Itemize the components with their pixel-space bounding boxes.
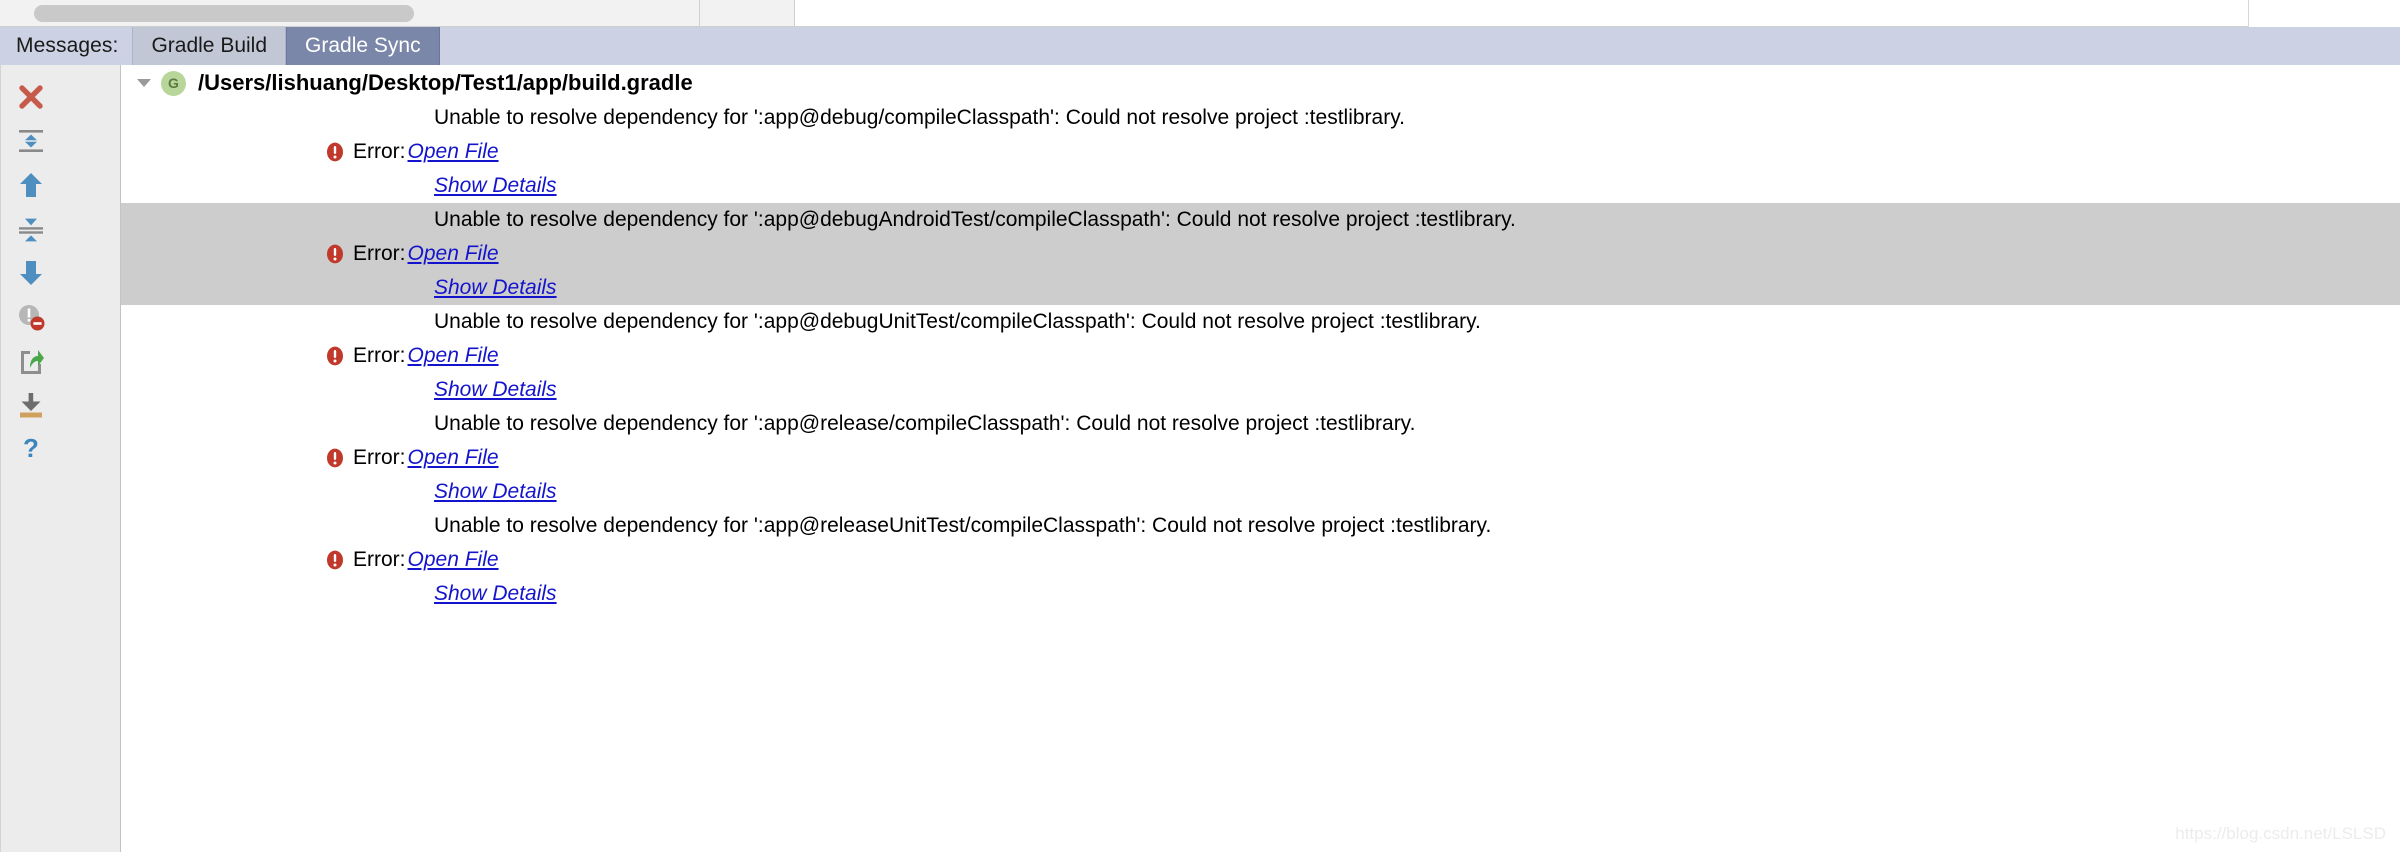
message-text: Unable to resolve dependency for ':app@d…	[434, 310, 1481, 333]
show-details-link[interactable]: Show Details	[434, 276, 557, 299]
messages-tabbar: Messages: Gradle Build Gradle Sync	[0, 27, 2400, 65]
show-details-link[interactable]: Show Details	[434, 174, 557, 197]
show-details-link[interactable]: Show Details	[434, 378, 557, 401]
top-strip-search-panel	[0, 0, 700, 27]
tab-gradle-sync[interactable]: Gradle Sync	[286, 27, 440, 65]
messages-label: Messages:	[16, 34, 119, 57]
collapse-all-button[interactable]	[1, 207, 61, 251]
hide-warnings-button[interactable]	[1, 295, 61, 339]
export-button[interactable]	[1, 339, 61, 383]
messages-tree[interactable]: G /Users/lishuang/Desktop/Test1/app/buil…	[121, 65, 2400, 852]
message-text: Unable to resolve dependency for ':app@r…	[434, 514, 1492, 537]
show-details-row[interactable]: Show Details	[121, 169, 2400, 203]
tab-gradle-build[interactable]: Gradle Build	[132, 27, 287, 65]
error-icon	[324, 345, 346, 367]
expand-all-button[interactable]	[1, 119, 61, 163]
open-file-link[interactable]: Open File	[408, 446, 499, 470]
error-label: Error:	[353, 344, 406, 367]
show-details-link[interactable]: Show Details	[434, 582, 557, 605]
error-row[interactable]: Error: Open File	[121, 543, 2400, 577]
import-button[interactable]	[1, 383, 61, 427]
close-icon	[16, 82, 46, 112]
error-row[interactable]: Error: Open File	[121, 237, 2400, 271]
message-group[interactable]: Unable to resolve dependency for ':app@r…	[121, 509, 2400, 611]
help-icon: ?	[16, 434, 46, 464]
top-strip-blank	[795, 0, 2248, 27]
tree-root-node[interactable]: G /Users/lishuang/Desktop/Test1/app/buil…	[121, 65, 2400, 101]
import-icon	[16, 390, 46, 420]
expand-all-icon	[16, 126, 46, 156]
window-top-strip	[0, 0, 2400, 27]
close-button[interactable]	[1, 75, 61, 119]
svg-text:?: ?	[23, 434, 39, 463]
message-text: Unable to resolve dependency for ':app@d…	[434, 208, 1516, 231]
message-text: Unable to resolve dependency for ':app@r…	[434, 412, 1416, 435]
messages-toolbar: ?	[0, 65, 121, 852]
chevron-down-icon[interactable]	[131, 74, 157, 92]
error-icon	[324, 141, 346, 163]
next-occurrence-icon	[16, 258, 46, 288]
show-details-row[interactable]: Show Details	[121, 373, 2400, 407]
error-row[interactable]: Error: Open File	[121, 135, 2400, 169]
error-label: Error:	[353, 140, 406, 163]
error-icon	[324, 549, 346, 571]
collapse-all-icon	[16, 214, 46, 244]
messages-panel: ? G /Users/lishuang/Desktop/Test1/app/bu…	[0, 65, 2400, 852]
message-group[interactable]: Unable to resolve dependency for ':app@r…	[121, 407, 2400, 509]
error-row[interactable]: Error: Open File	[121, 441, 2400, 475]
error-label: Error:	[353, 446, 406, 469]
top-strip-pill	[34, 4, 414, 22]
show-details-link[interactable]: Show Details	[434, 480, 557, 503]
hide-warnings-icon	[16, 302, 46, 332]
show-details-row[interactable]: Show Details	[121, 271, 2400, 305]
watermark: https://blog.csdn.net/LSLSD	[2175, 824, 2386, 843]
previous-occurrence-icon	[16, 170, 46, 200]
gradle-badge-icon: G	[161, 70, 186, 96]
top-strip-end-panel	[2248, 0, 2400, 27]
error-label: Error:	[353, 242, 406, 265]
message-text: Unable to resolve dependency for ':app@d…	[434, 106, 1405, 129]
show-details-row[interactable]: Show Details	[121, 475, 2400, 509]
message-group[interactable]: Unable to resolve dependency for ':app@d…	[121, 101, 2400, 203]
error-icon	[324, 243, 346, 265]
message-group[interactable]: Unable to resolve dependency for ':app@d…	[121, 305, 2400, 407]
open-file-link[interactable]: Open File	[408, 140, 499, 164]
message-group-selected[interactable]: Unable to resolve dependency for ':app@d…	[121, 203, 2400, 305]
previous-occurrence-button[interactable]	[1, 163, 61, 207]
next-occurrence-button[interactable]	[1, 251, 61, 295]
open-file-link[interactable]: Open File	[408, 242, 499, 266]
open-file-link[interactable]: Open File	[408, 344, 499, 368]
help-button[interactable]: ?	[1, 427, 61, 471]
error-icon	[324, 447, 346, 469]
error-label: Error:	[353, 548, 406, 571]
open-file-link[interactable]: Open File	[408, 548, 499, 572]
export-icon	[16, 346, 46, 376]
top-strip-small-panel	[700, 0, 795, 27]
page-title: /Users/lishuang/Desktop/Test1/app/build.…	[198, 70, 693, 95]
error-row[interactable]: Error: Open File	[121, 339, 2400, 373]
show-details-row[interactable]: Show Details	[121, 577, 2400, 611]
